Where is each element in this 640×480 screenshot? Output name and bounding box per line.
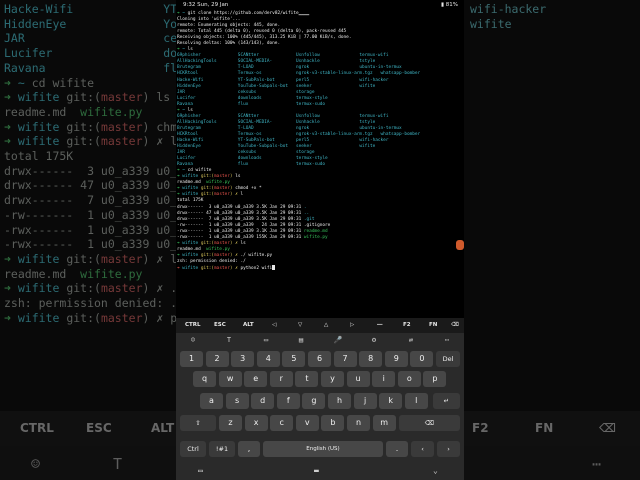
key-9[interactable]: 9 bbox=[384, 351, 408, 367]
keyboard-toolbar: ☺ T ▭ ▤ 🎤 ⚙ ⇄ ⋯ bbox=[176, 333, 464, 347]
key-h[interactable]: h bbox=[328, 393, 351, 409]
key-5[interactable]: 5 bbox=[282, 351, 306, 367]
extra-keys-bar: CTRL ESC ALT ◁ ▽ △ ▷ ― F2 FN ⌫ bbox=[176, 318, 464, 333]
key-f[interactable]: f bbox=[276, 393, 300, 409]
key-7[interactable]: 7 bbox=[333, 351, 357, 367]
emoji-icon[interactable]: ☺ bbox=[188, 335, 198, 345]
key-0[interactable]: 0 bbox=[410, 351, 434, 367]
key-d[interactable]: d bbox=[251, 393, 275, 409]
key-p[interactable]: p bbox=[423, 371, 447, 387]
right-arrow-key[interactable]: ▷ bbox=[350, 322, 354, 328]
key-u[interactable]: u bbox=[346, 371, 370, 387]
status-right: ▮ 81% bbox=[441, 2, 458, 8]
gif-icon[interactable]: ▭ bbox=[261, 335, 271, 345]
left-arrow-key[interactable]: ◁ bbox=[272, 322, 276, 328]
navigation-bar: ▭ ▬ ⌄ bbox=[176, 464, 464, 480]
key-g[interactable]: g bbox=[302, 393, 326, 409]
terminal-cursor bbox=[272, 264, 276, 270]
clipboard-icon[interactable]: ▤ bbox=[296, 335, 306, 345]
battery-icon: ▮ bbox=[440, 2, 445, 8]
keyboard-switch-icon[interactable]: ▭ bbox=[198, 466, 203, 475]
shift-key[interactable]: ⇧ bbox=[180, 415, 216, 431]
settings-icon[interactable]: ⚙ bbox=[369, 335, 379, 345]
hide-keyboard-icon[interactable]: ⌄ bbox=[433, 466, 438, 475]
key-s[interactable]: s bbox=[225, 393, 249, 409]
enter-key[interactable]: ↵ bbox=[433, 393, 460, 409]
key-l[interactable]: l bbox=[404, 393, 428, 409]
microphone-icon[interactable]: 🎤 bbox=[333, 335, 343, 345]
key-k[interactable]: k bbox=[379, 393, 403, 409]
phone-screen: 9:32 Sun, 29 Jan ▮ 81% ➜ ~ git clone htt… bbox=[176, 0, 464, 480]
period-key[interactable]: . bbox=[386, 441, 408, 457]
space-key[interactable]: English (US) bbox=[263, 441, 383, 457]
key-i[interactable]: i bbox=[372, 371, 396, 387]
terminal-output[interactable]: ➜ ~ git clone https://github.com/derv82/… bbox=[177, 11, 463, 272]
key-b[interactable]: b bbox=[321, 415, 345, 431]
key-1[interactable]: 1 bbox=[180, 351, 203, 367]
key-e[interactable]: e bbox=[244, 371, 268, 387]
alt-key[interactable]: ALT bbox=[243, 322, 254, 328]
ctrl-key[interactable]: CTRL bbox=[185, 322, 201, 328]
key-n[interactable]: n bbox=[347, 415, 370, 431]
text-style-icon[interactable]: T bbox=[224, 335, 234, 345]
more-icon[interactable]: ⋯ bbox=[442, 335, 452, 345]
comma-key[interactable]: , bbox=[238, 441, 260, 457]
fn-key[interactable]: FN bbox=[429, 322, 437, 328]
key-x[interactable]: x bbox=[244, 415, 268, 431]
floating-side-button[interactable] bbox=[456, 240, 464, 250]
key-m[interactable]: m bbox=[372, 415, 396, 431]
cursor-right-key[interactable]: › bbox=[437, 441, 460, 457]
nav-pill-icon[interactable]: ▬ bbox=[314, 466, 319, 475]
terminal-line: ➜ wifite git:(master) ✗ python2 wifi bbox=[177, 264, 463, 272]
backspace-key[interactable]: ⌫ bbox=[399, 415, 460, 431]
key-4[interactable]: 4 bbox=[256, 351, 280, 367]
status-date: Sun, 29 Jan bbox=[197, 2, 229, 8]
down-arrow-key[interactable]: ▽ bbox=[298, 322, 302, 328]
key-6[interactable]: 6 bbox=[308, 351, 331, 367]
key-j[interactable]: j bbox=[353, 393, 377, 409]
status-bar: 9:32 Sun, 29 Jan ▮ 81% bbox=[176, 0, 464, 10]
key-q[interactable]: q bbox=[193, 371, 216, 387]
key-y[interactable]: y bbox=[321, 371, 344, 387]
status-time-date: 9:32 Sun, 29 Jan bbox=[183, 2, 228, 8]
del-key[interactable]: Del bbox=[436, 351, 460, 367]
status-time: 9:32 bbox=[183, 2, 196, 8]
symbols-key[interactable]: !#1 bbox=[209, 441, 235, 457]
key-a[interactable]: a bbox=[200, 393, 223, 409]
key-r[interactable]: r bbox=[269, 371, 293, 387]
backspace-key[interactable]: ⌫ bbox=[451, 322, 459, 328]
key-c[interactable]: c bbox=[270, 415, 294, 431]
key-3[interactable]: 3 bbox=[231, 351, 255, 367]
key-v[interactable]: v bbox=[295, 415, 319, 431]
ctrl-key[interactable]: Ctrl bbox=[180, 441, 206, 457]
soft-keyboard: ☺ T ▭ ▤ 🎤 ⚙ ⇄ ⋯ 1 2 3 4 5 6 7 8 9 0 Del q w e r t y u i o p a… bbox=[176, 333, 464, 480]
dash-key[interactable]: ― bbox=[377, 322, 383, 328]
cursor-left-key[interactable]: ‹ bbox=[411, 441, 434, 457]
key-z[interactable]: z bbox=[219, 415, 242, 431]
translate-icon[interactable]: ⇄ bbox=[406, 335, 416, 345]
key-w[interactable]: w bbox=[218, 371, 242, 387]
f2-key[interactable]: F2 bbox=[403, 322, 411, 328]
battery-level: 81% bbox=[445, 2, 458, 8]
up-arrow-key[interactable]: △ bbox=[324, 322, 328, 328]
key-2[interactable]: 2 bbox=[205, 351, 229, 367]
key-o[interactable]: o bbox=[397, 371, 421, 387]
key-8[interactable]: 8 bbox=[359, 351, 383, 367]
esc-key[interactable]: ESC bbox=[214, 322, 226, 328]
key-t[interactable]: t bbox=[295, 371, 319, 387]
